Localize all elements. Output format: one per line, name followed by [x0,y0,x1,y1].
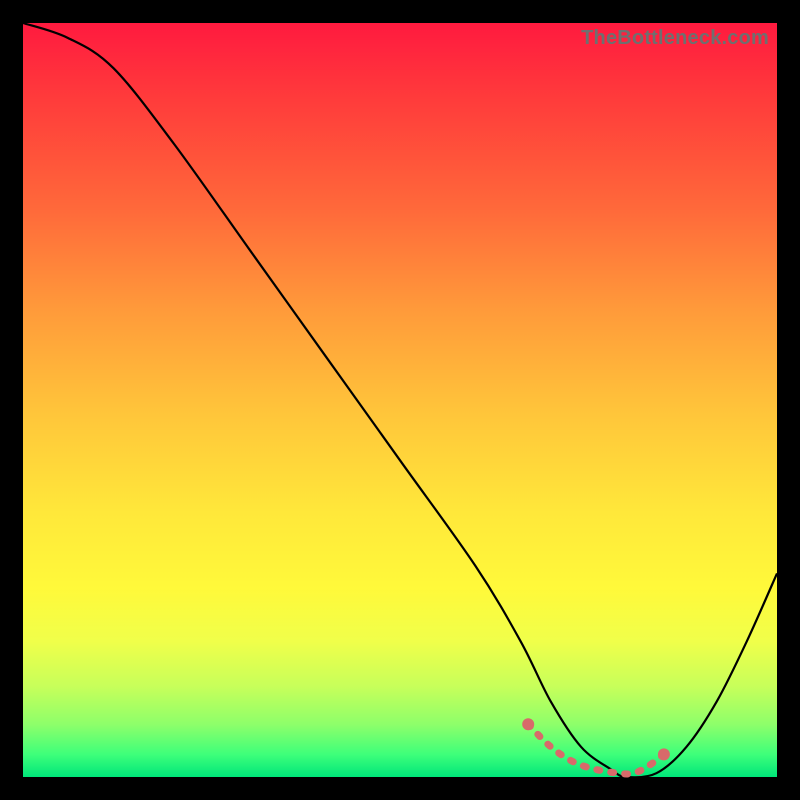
bottleneck-curve [23,23,777,777]
chart-area: TheBottleneck.com [23,23,777,777]
